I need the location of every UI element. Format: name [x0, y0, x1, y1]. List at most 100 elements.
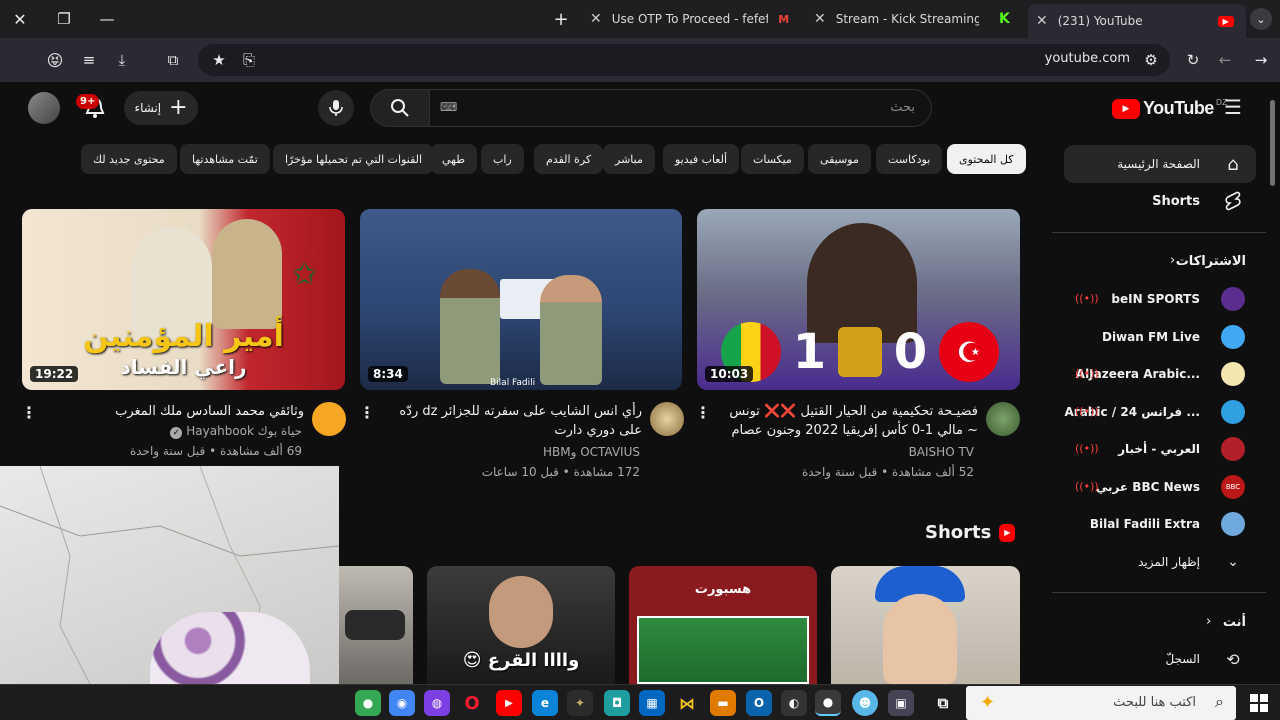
opera-icon[interactable]: O [459, 690, 485, 716]
chat-app-icon[interactable]: ☻ [852, 690, 878, 716]
more-vertical-icon[interactable]: ⋮ [359, 402, 375, 422]
sidebar-sub-name[interactable]: Diwan FM Live [1102, 318, 1200, 356]
tab-kick[interactable]: ✕ Stream - Kick Streaming K [806, 4, 1020, 34]
close-tab-icon[interactable]: ✕ [590, 11, 602, 27]
keyboard-icon[interactable]: ⌨ [440, 100, 457, 114]
chip-live[interactable]: مباشر [603, 144, 655, 174]
caf-logo-icon [838, 327, 882, 377]
voice-search-button[interactable] [318, 90, 354, 126]
chip-football[interactable]: كرة القدم [534, 144, 604, 174]
back-icon[interactable]: ← [1214, 49, 1236, 71]
twitch-icon[interactable]: ◘ [604, 690, 630, 716]
more-vertical-icon[interactable]: ⋮ [695, 402, 711, 422]
sidebar-item-shorts[interactable]: Shorts [1152, 182, 1200, 220]
site-settings-icon[interactable]: ⚙ [1140, 49, 1162, 71]
minimize-window-icon[interactable]: — [95, 8, 119, 30]
active-chrome-icon[interactable]: ● [815, 690, 841, 716]
short-caption: واااا القرع 😍 [462, 650, 580, 671]
download-icon[interactable]: ⤓ [111, 49, 133, 71]
video-channel[interactable]: BAISHO TV [720, 445, 974, 459]
chip-all[interactable]: كل المحتوى [947, 144, 1026, 174]
profile-browser-icon[interactable]: ◍ [424, 690, 450, 716]
video-channel[interactable]: حياة بوك Hayahbook [186, 424, 302, 438]
create-button[interactable]: إنشاء + [124, 91, 198, 125]
taskbar-search-input[interactable]: ✦ اكتب هنا للبحث ⌕ [966, 686, 1236, 720]
short-thumbnail[interactable] [339, 566, 413, 684]
short-thumbnail[interactable]: هسبورت [629, 566, 817, 684]
video-title[interactable]: رأي انس الشايب على سفرته للجزائر dz ردّه… [382, 402, 642, 442]
tab-gmail[interactable]: ✕ Use OTP To Proceed - fefefezzd M [582, 4, 800, 34]
sidebar-sub-name[interactable]: العربي - أخبار [1118, 430, 1200, 468]
edge-icon[interactable]: e [532, 690, 558, 716]
bbc-avatar: BBC [1221, 475, 1245, 499]
chip-podcasts[interactable]: بودكاست [876, 144, 943, 174]
video-channel[interactable]: OCTAVIUS وHBM [382, 445, 640, 459]
chip-cooking[interactable]: طهي [430, 144, 477, 174]
youtube-logo[interactable]: ▶ YouTube DZ [1112, 98, 1227, 119]
chip-mixes[interactable]: ميكسات [741, 144, 804, 174]
video-thumbnail[interactable]: ✩ أمير المؤمنين راعي الفساد 19:22 [22, 209, 345, 390]
hamburger-menu-icon[interactable]: ☰ [1222, 95, 1244, 119]
task-view-icon[interactable]: ⧉ [930, 690, 956, 716]
reading-list-icon[interactable]: ≡ [78, 49, 100, 71]
reload-icon[interactable]: ↻ [1182, 49, 1204, 71]
sidebar-item-history[interactable]: السجلّ [1165, 640, 1200, 678]
tab-youtube[interactable]: ✕ (231) YouTube ▶ [1028, 4, 1246, 38]
sidebar-sub-name[interactable]: Bilal Fadili Extra [1090, 505, 1200, 543]
chip-watched[interactable]: تمّت مشاهدتها [180, 144, 270, 174]
file-explorer-icon[interactable]: ▬ [710, 690, 736, 716]
emoji-extension-icon[interactable]: 😝 [44, 49, 66, 71]
search-button[interactable] [370, 89, 430, 127]
channel-avatar[interactable] [312, 402, 346, 436]
restore-window-icon[interactable]: ❐ [52, 8, 76, 30]
chip-rap[interactable]: راب [481, 144, 524, 174]
close-tab-icon[interactable]: ✕ [814, 11, 826, 27]
new-tab-icon[interactable]: + [550, 8, 572, 30]
short-thumbnail[interactable]: واااا القرع 😍 [427, 566, 615, 684]
browser-icon[interactable]: ◉ [389, 690, 415, 716]
youtube-app-icon[interactable]: ▶ [496, 690, 522, 716]
video-title[interactable]: فضيـحة تحكيمية من الحيار القتيل ❌❌ تونس … [720, 402, 978, 442]
show-more-button[interactable]: إظهار المزيد [1138, 543, 1200, 581]
chevron-down-icon[interactable]: ⌄ [1222, 551, 1244, 573]
chrome-icon[interactable]: ● [355, 690, 381, 716]
chip-video-games[interactable]: ألعاب فيديو [663, 144, 740, 174]
tab-list-chevron-icon[interactable]: ⌄ [1250, 8, 1272, 30]
extensions-icon[interactable]: ⧉ [162, 49, 184, 71]
search-input[interactable]: ⌨ بحث [429, 89, 932, 127]
app-icon[interactable]: ⋈ [674, 690, 700, 716]
chip-recently-uploaded[interactable]: القنوات التي تم تحميلها مؤخرًا [273, 144, 435, 174]
channel-avatar[interactable] [650, 402, 684, 436]
bookmark-star-icon[interactable]: ★ [208, 49, 230, 71]
tab-title: (231) YouTube [1057, 14, 1143, 28]
video-thumbnail[interactable]: 1 0 ☪ 10:03 [697, 209, 1020, 390]
channel-avatar[interactable] [986, 402, 1020, 436]
close-tab-icon[interactable]: ✕ [1036, 13, 1048, 29]
chip-music[interactable]: موسيقى [808, 144, 871, 174]
avatar[interactable] [28, 92, 60, 124]
short-thumbnail[interactable] [831, 566, 1020, 684]
sidebar-scrollbar[interactable] [1270, 100, 1275, 186]
sidebar-sub-name[interactable]: beIN SPORTS [1111, 280, 1200, 318]
address-field[interactable]: ★ ⎘ youtube.com ⚙ [198, 44, 1170, 76]
channel-avatar [1221, 362, 1245, 386]
sidebar-sub-name[interactable]: عربي BBC News [1096, 468, 1200, 506]
windows-start-icon[interactable] [1250, 694, 1268, 712]
game-app-icon[interactable]: ✦ [567, 690, 593, 716]
obs-icon[interactable]: ◐ [781, 690, 807, 716]
search-icon [391, 99, 409, 117]
browser-tab-bar: ✕ ❐ — + ✕ Use OTP To Proceed - fefefezzd… [0, 0, 1280, 38]
you-heading[interactable]: أنت [1223, 603, 1246, 641]
face-shape [489, 576, 553, 648]
outlook-icon[interactable]: O [746, 690, 772, 716]
video-thumbnail[interactable]: Bilal Fadili 8:34 [360, 209, 682, 390]
store-icon[interactable]: ▦ [639, 690, 665, 716]
screenshot-icon[interactable]: ⎘ [238, 49, 260, 71]
chip-new-to-you[interactable]: محتوى جديد لك [81, 144, 177, 174]
photo-app-icon[interactable]: ▣ [888, 690, 914, 716]
forward-icon[interactable]: → [1250, 49, 1272, 71]
close-window-icon[interactable]: ✕ [8, 8, 32, 30]
channel-avatar [1221, 437, 1245, 461]
subscriptions-heading[interactable]: الاشتراكات [1176, 242, 1246, 280]
more-vertical-icon[interactable]: ⋮ [21, 402, 37, 422]
